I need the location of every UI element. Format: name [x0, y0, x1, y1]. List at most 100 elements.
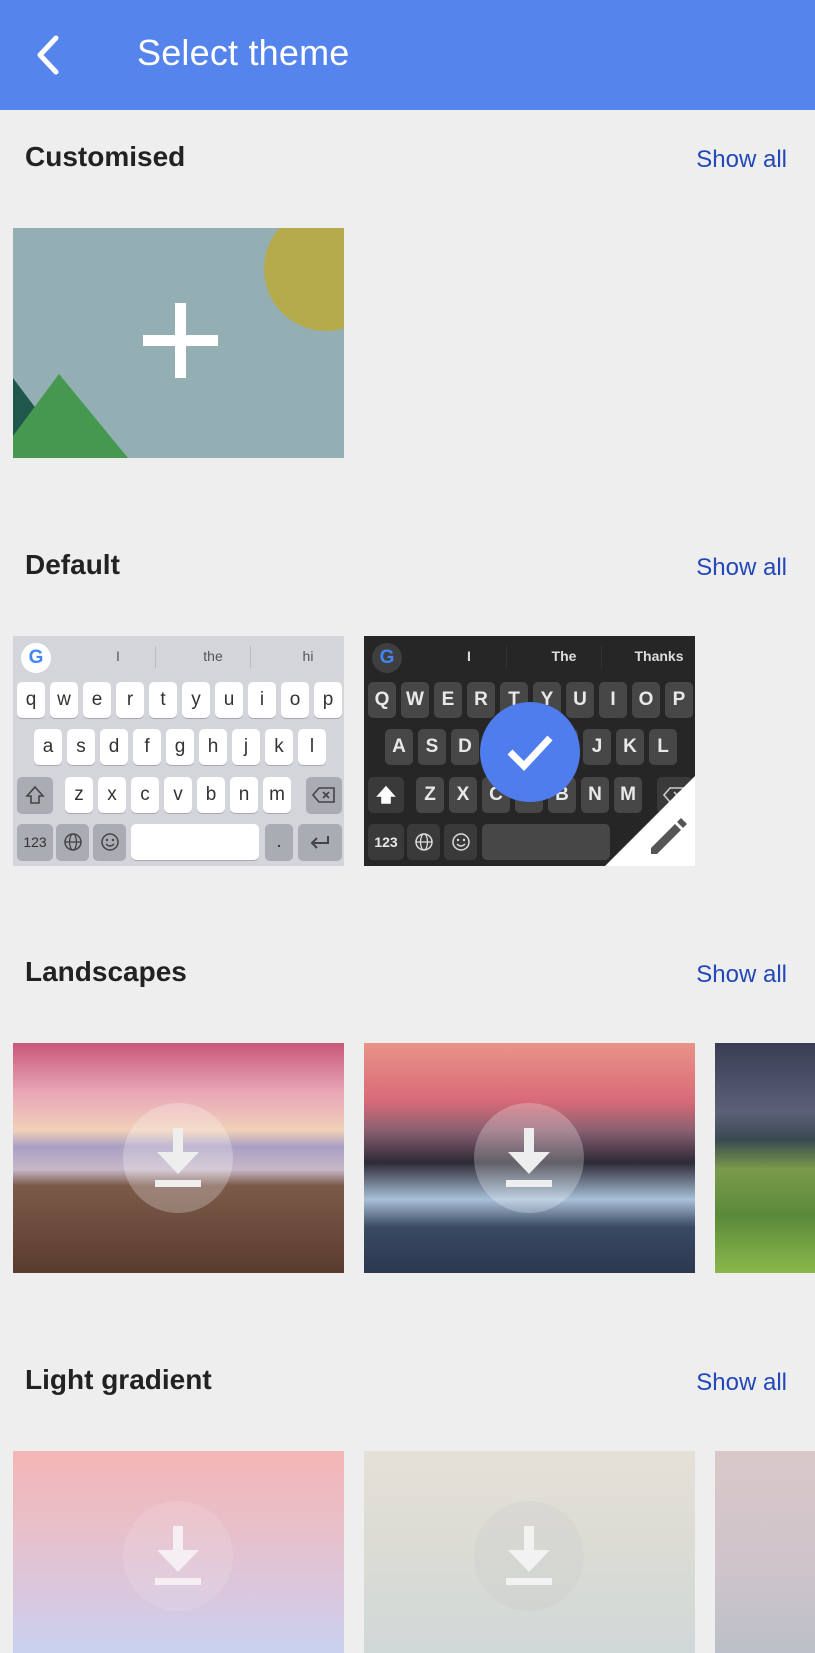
key-e: e	[83, 682, 111, 718]
show-all-landscapes[interactable]: Show all	[696, 961, 787, 989]
key-l: L	[649, 729, 677, 765]
key-y: y	[182, 682, 210, 718]
key-d: d	[100, 729, 128, 765]
section-title-default: Default	[25, 549, 120, 580]
selected-check-badge	[480, 702, 580, 802]
key-l: l	[298, 729, 326, 765]
backspace-key	[306, 777, 342, 813]
suggestion-word: hi	[302, 648, 314, 664]
key-p: P	[665, 682, 693, 718]
theme-card-landscape[interactable]	[364, 1043, 695, 1273]
key-k: K	[616, 729, 644, 765]
theme-card-landscape[interactable]	[13, 1043, 344, 1273]
download-badge	[123, 1103, 233, 1213]
shift-icon	[25, 785, 45, 804]
emoji-icon	[100, 833, 119, 851]
divider	[506, 646, 507, 668]
suggestion-word: The	[551, 648, 577, 664]
key-p: p	[314, 682, 342, 718]
emoji-icon	[451, 833, 470, 851]
suggestion-word: I	[116, 648, 120, 664]
theme-card-light-keyboard[interactable]: G I the hi q w e r t y u i o p a s d f g h j k l z x c v b n m 123…	[13, 636, 344, 866]
shift-key	[368, 777, 404, 813]
suggestion-word: I	[467, 648, 471, 664]
key-a: a	[34, 729, 62, 765]
key-q: q	[17, 682, 45, 718]
key-q: Q	[368, 682, 396, 718]
period-key: .	[265, 824, 293, 860]
theme-card-landscape[interactable]	[715, 1043, 815, 1273]
key-o: o	[281, 682, 309, 718]
download-badge	[474, 1103, 584, 1213]
shift-key	[17, 777, 53, 813]
key-x: x	[98, 777, 126, 813]
show-all-customised[interactable]: Show all	[696, 146, 787, 174]
key-j: j	[232, 729, 260, 765]
key-o: O	[632, 682, 660, 718]
checkmark-icon	[507, 735, 553, 772]
divider	[155, 646, 156, 668]
app-header: Select theme	[0, 0, 815, 110]
suggestion-word: Thanks	[634, 648, 684, 664]
section-title-customised: Customised	[25, 141, 186, 172]
key-a: A	[385, 729, 413, 765]
download-icon	[155, 1128, 201, 1187]
download-badge	[474, 1501, 584, 1611]
section-title-light-gradient: Light gradient	[25, 1364, 212, 1395]
download-badge	[123, 1501, 233, 1611]
theme-card-gradient[interactable]	[13, 1451, 344, 1653]
key-s: s	[67, 729, 95, 765]
key-u: U	[566, 682, 594, 718]
section-title-landscapes: Landscapes	[25, 956, 187, 987]
key-n: n	[230, 777, 258, 813]
key-v: v	[164, 777, 192, 813]
theme-card-gradient[interactable]	[715, 1451, 815, 1653]
key-b: b	[197, 777, 225, 813]
pencil-icon[interactable]	[647, 818, 687, 858]
download-icon	[506, 1526, 552, 1585]
key-i: i	[248, 682, 276, 718]
suggestion-bar: G I the hi	[13, 636, 344, 678]
back-button[interactable]	[30, 30, 70, 80]
key-s: S	[418, 729, 446, 765]
shift-icon	[376, 785, 396, 804]
key-g: g	[166, 729, 194, 765]
download-icon	[506, 1128, 552, 1187]
globe-icon	[63, 833, 82, 851]
key-e: E	[434, 682, 462, 718]
key-u: u	[215, 682, 243, 718]
numbers-key: 123	[17, 824, 53, 860]
emoji-key	[93, 824, 126, 860]
theme-card-gradient[interactable]	[364, 1451, 695, 1653]
google-logo-icon: G	[372, 643, 402, 673]
google-logo-icon: G	[21, 643, 51, 673]
key-f: f	[133, 729, 161, 765]
emoji-key	[444, 824, 477, 860]
key-h: h	[199, 729, 227, 765]
divider	[250, 646, 251, 668]
suggestion-word: the	[203, 648, 223, 664]
numbers-key: 123	[368, 824, 404, 860]
download-icon	[155, 1526, 201, 1585]
suggestion-bar: G I The Thanks	[364, 636, 695, 678]
key-k: k	[265, 729, 293, 765]
globe-key	[56, 824, 89, 860]
key-w: W	[401, 682, 429, 718]
space-key	[131, 824, 259, 860]
globe-key	[407, 824, 440, 860]
enter-icon	[310, 836, 329, 849]
key-t: t	[149, 682, 177, 718]
backspace-icon	[312, 787, 335, 803]
key-c: c	[131, 777, 159, 813]
key-x: X	[449, 777, 477, 813]
show-all-default[interactable]: Show all	[696, 554, 787, 582]
add-custom-theme-card[interactable]	[13, 228, 344, 458]
enter-key	[298, 824, 342, 860]
key-z: Z	[416, 777, 444, 813]
key-m: m	[263, 777, 291, 813]
theme-card-dark-keyboard[interactable]: G I The Thanks QWERTYUIOPASDFGHJKLZXCVBN…	[364, 636, 695, 866]
key-j: J	[583, 729, 611, 765]
key-i: I	[599, 682, 627, 718]
show-all-light-gradient[interactable]: Show all	[696, 1369, 787, 1397]
key-d: D	[451, 729, 479, 765]
